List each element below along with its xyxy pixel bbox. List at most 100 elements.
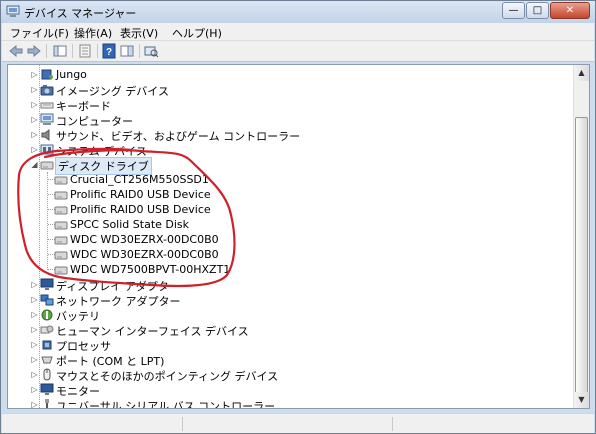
- expand-triangle-icon[interactable]: ▷: [30, 100, 39, 109]
- expand-triangle-icon[interactable]: ▷: [30, 115, 39, 124]
- tree-device[interactable]: Prolific RAID0 USB Device: [8, 202, 574, 217]
- expand-triangle-icon[interactable]: ▷: [30, 295, 39, 304]
- expand-triangle-icon[interactable]: ▷: [30, 145, 39, 154]
- tree-category[interactable]: ▷ ポート (COM と LPT): [8, 352, 574, 368]
- disk-drive-icon: [54, 236, 68, 245]
- svg-text:?: ?: [106, 47, 112, 58]
- tree-category[interactable]: ▷ バッテリ: [8, 307, 574, 323]
- expand-triangle-icon[interactable]: ▷: [30, 130, 39, 139]
- device-label: WDC WD30EZRX-00DC0B0: [70, 248, 219, 261]
- expand-triangle-icon[interactable]: ▷: [30, 85, 39, 94]
- category-label: Jungo: [56, 68, 87, 81]
- category-label: ユニバーサル シリアル バス コントローラー: [56, 400, 276, 408]
- expand-triangle-icon[interactable]: ▷: [30, 400, 39, 408]
- title-bar[interactable]: デバイス マネージャー — □ ✕: [1, 1, 595, 23]
- processor-icon: [42, 340, 52, 350]
- minimize-icon: —: [508, 5, 519, 16]
- disk-drive-icon: [54, 251, 68, 260]
- menu-help[interactable]: ヘルプ(H): [172, 25, 222, 41]
- tree-device[interactable]: Crucial_CT256M550SSD1: [8, 172, 574, 187]
- device-manager-icon: [6, 5, 20, 17]
- properties-icon[interactable]: [77, 43, 93, 59]
- expand-triangle-icon[interactable]: ▷: [30, 385, 39, 394]
- window-title: デバイス マネージャー: [24, 7, 137, 20]
- tree-category[interactable]: ▷ ユニバーサル シリアル バス コントローラー: [8, 397, 574, 408]
- device-manager-window: デバイス マネージャー — □ ✕ ファイル(F) 操作(A) 表示(V) ヘル…: [0, 0, 596, 434]
- show-hide-tree-icon[interactable]: [52, 43, 68, 59]
- tree-category[interactable]: ▷ イメージング デバイス: [8, 82, 574, 98]
- device-label: WDC WD7500BPVT-00HXZT1: [70, 263, 231, 276]
- device-tree[interactable]: ▷ Jungo ▷ イメージング デバイス ▷ キーボード ▷ コンピューター ▷ サウンド、ビデ…: [8, 65, 574, 408]
- expand-triangle-icon[interactable]: ▷: [30, 370, 39, 379]
- tree-device[interactable]: Prolific RAID0 USB Device: [8, 187, 574, 202]
- device-label: Prolific RAID0 USB Device: [70, 203, 211, 216]
- scroll-up-button[interactable]: ▲: [574, 65, 589, 81]
- tree-category[interactable]: ▷ ネットワーク アダプター: [8, 292, 574, 308]
- scroll-thumb[interactable]: [575, 117, 588, 397]
- menu-bar: ファイル(F) 操作(A) 表示(V) ヘルプ(H): [2, 23, 594, 41]
- tree-device[interactable]: WDC WD30EZRX-00DC0B0: [8, 247, 574, 262]
- device-label: Prolific RAID0 USB Device: [70, 188, 211, 201]
- disk-drive-icon: [54, 191, 68, 200]
- tree-category[interactable]: ▷ ディスプレイ アダプター: [8, 277, 574, 293]
- camera-icon: [40, 85, 54, 96]
- help-icon[interactable]: ?: [101, 43, 117, 59]
- expand-triangle-icon[interactable]: ▷: [30, 340, 39, 349]
- monitor-icon: [40, 383, 54, 395]
- action-pane-icon[interactable]: [119, 43, 135, 59]
- tree-category[interactable]: ▷ モニター: [8, 382, 574, 398]
- status-divider: [182, 417, 183, 431]
- scroll-up-icon: ▲: [578, 68, 585, 77]
- device-tree-pane[interactable]: ▷ Jungo ▷ イメージング デバイス ▷ キーボード ▷ コンピューター ▷ サウンド、ビデ…: [7, 64, 590, 409]
- toolbar: ?: [2, 41, 594, 62]
- maximize-button[interactable]: □: [526, 2, 549, 19]
- tree-category[interactable]: ▷ コンピューター: [8, 112, 574, 128]
- expand-triangle-icon[interactable]: ▷: [30, 310, 39, 319]
- monitor-icon: [40, 278, 54, 290]
- scan-hardware-icon[interactable]: [143, 43, 159, 59]
- tree-category[interactable]: ▷ ヒューマン インターフェイス デバイス: [8, 322, 574, 338]
- menu-view[interactable]: 表示(V): [120, 25, 158, 41]
- collapse-triangle-icon[interactable]: ◢: [30, 160, 39, 169]
- keyboard-icon: [40, 102, 54, 109]
- battery-icon: [41, 309, 53, 321]
- status-divider: [392, 417, 393, 431]
- network-icon: [40, 294, 54, 306]
- system-icon: [40, 144, 54, 155]
- menu-file[interactable]: ファイル(F): [10, 25, 69, 41]
- tree-device[interactable]: WDC WD30EZRX-00DC0B0: [8, 232, 574, 247]
- device-label: Crucial_CT256M550SSD1: [70, 173, 209, 186]
- scroll-down-button[interactable]: ▼: [574, 392, 589, 408]
- close-icon: ✕: [565, 5, 575, 16]
- expand-triangle-icon[interactable]: ▷: [30, 70, 39, 79]
- menu-action[interactable]: 操作(A): [74, 25, 112, 41]
- tree-device[interactable]: WDC WD7500BPVT-00HXZT1: [8, 262, 574, 277]
- tree-category[interactable]: ▷ キーボード: [8, 97, 574, 113]
- tree-category[interactable]: ▷ システム デバイス: [8, 142, 574, 158]
- tree-category[interactable]: ▷ Jungo: [8, 67, 574, 82]
- tree-category[interactable]: ▷ サウンド、ビデオ、およびゲーム コントローラー: [8, 127, 574, 143]
- maximize-icon: □: [532, 5, 543, 16]
- expand-triangle-icon[interactable]: ▷: [30, 280, 39, 289]
- tree-category[interactable]: ▷ マウスとそのほかのポインティング デバイス: [8, 367, 574, 383]
- tree-category[interactable]: ▷ プロセッサ: [8, 337, 574, 353]
- disk-drive-icon: [54, 206, 68, 215]
- close-button[interactable]: ✕: [550, 2, 590, 19]
- port-icon: [41, 356, 53, 364]
- mouse-icon: [43, 368, 51, 381]
- expand-triangle-icon[interactable]: ▷: [30, 325, 39, 334]
- disk-drive-icon: [54, 221, 68, 230]
- forward-arrow-icon[interactable]: [26, 43, 42, 59]
- minimize-button[interactable]: —: [502, 2, 525, 19]
- hid-icon: [40, 325, 54, 334]
- expand-triangle-icon[interactable]: ▷: [30, 355, 39, 364]
- disk-drive-icon: [54, 176, 68, 185]
- back-arrow-icon[interactable]: [8, 43, 24, 59]
- vertical-scrollbar[interactable]: ▲ ▼: [573, 65, 589, 408]
- tree-device[interactable]: SPCC Solid State Disk: [8, 217, 574, 232]
- usb-icon: [41, 69, 53, 80]
- disk-drive-icon: [54, 266, 68, 275]
- tree-category-disk-drives[interactable]: ◢ ディスク ドライブ: [8, 157, 574, 175]
- device-label: WDC WD30EZRX-00DC0B0: [70, 233, 219, 246]
- scroll-down-icon: ▼: [578, 395, 585, 404]
